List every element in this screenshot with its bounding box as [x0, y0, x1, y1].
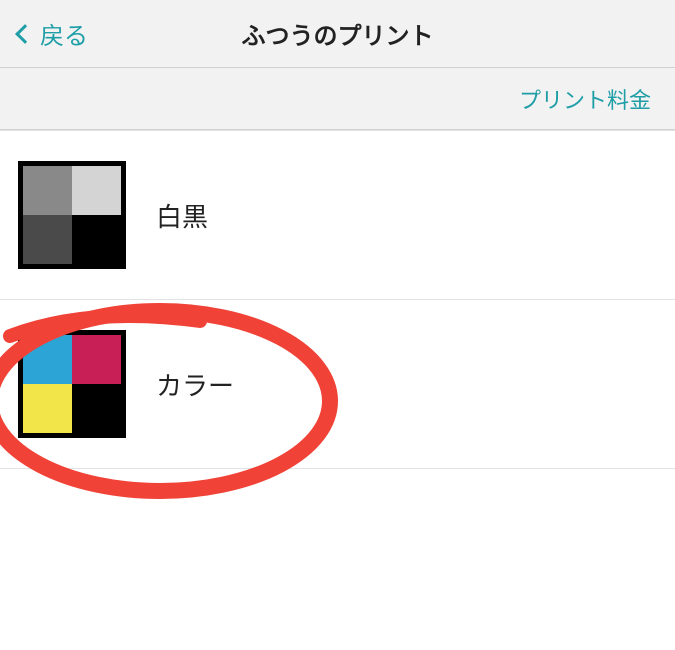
navigation-bar: 戻る ふつうのプリント — [0, 0, 675, 68]
back-button[interactable]: 戻る — [0, 16, 106, 51]
page-title: ふつうのプリント — [242, 16, 434, 51]
options-list: 白黒 カラー — [0, 130, 675, 469]
option-label: カラー — [156, 366, 234, 403]
option-row-color[interactable]: カラー — [0, 300, 675, 468]
back-button-label: 戻る — [40, 16, 88, 51]
option-row-bw[interactable]: 白黒 — [0, 131, 675, 300]
price-bar: プリント料金 — [0, 68, 675, 130]
price-link[interactable]: プリント料金 — [519, 83, 651, 115]
color-swatch-icon — [18, 330, 126, 438]
chevron-left-icon — [15, 24, 35, 44]
grayscale-swatch-icon — [18, 161, 126, 269]
option-label: 白黒 — [156, 197, 208, 234]
